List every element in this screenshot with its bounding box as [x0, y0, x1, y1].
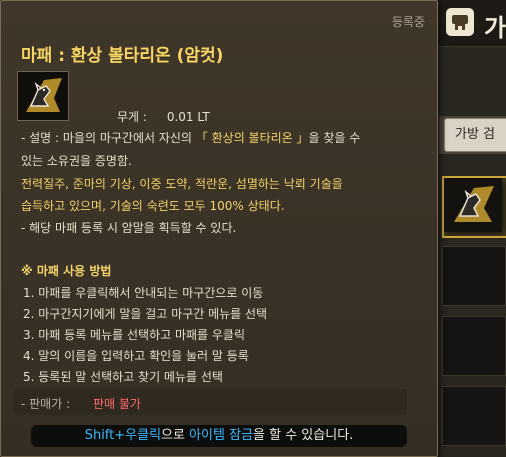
item-tooltip: 등록중 마패 : 환상 볼타리온 (암컷) 무게 : 0.01 LT - 설명 … — [0, 0, 438, 457]
registered-tag: 등록중 — [391, 15, 425, 29]
hint-key: Shift+우클릭 — [84, 428, 162, 443]
price-row: - 판매가 : 판매 불가 — [13, 389, 407, 415]
usage-step: 4. 말의 이름을 입력하고 확인을 눌러 말 등록 — [23, 349, 249, 363]
usage-step: 2. 마구간지기에게 말을 걸고 마구간 메뉴를 선택 — [23, 307, 268, 321]
inventory-window: 가 가방 검 — [430, 0, 506, 457]
inventory-title: 가 — [484, 14, 506, 42]
usage-step: 3. 마패 등록 메뉴를 선택하고 마패를 우클릭 — [23, 328, 246, 342]
inventory-slot[interactable] — [442, 316, 506, 376]
usage-title: ※ 마패 사용 방법 — [21, 264, 112, 278]
description-text-1b: 을 찾을 수 — [308, 131, 361, 145]
skills-line-2: 습득하고 있으며, 기술의 숙련도 모두 100% 상태다. — [21, 199, 285, 213]
skills-line-1: 전력질주, 준마의 기상, 이중 도약, 적란운, 섬멸하는 낙뢰 기술을 — [21, 177, 343, 191]
item-lock-hint: Shift+우클릭으로 아이템 잠금을 할 수 있습니다. — [31, 425, 407, 447]
weight-label: 무게 : — [117, 110, 147, 124]
description-prefix: - 설명 : — [21, 131, 63, 145]
stable-icon[interactable] — [446, 8, 474, 36]
description-note: - 해당 마패 등록 시 암말을 획득할 수 있다. — [21, 221, 237, 235]
price-label: - 판매가 : — [21, 397, 71, 411]
tab-bag-search[interactable]: 가방 검 — [444, 118, 506, 152]
horse-badge-icon — [444, 178, 502, 232]
description-line-1: - 설명 : 마을의 마구간에서 자신의 「 환상의 볼타리온 」을 찾을 수 — [21, 129, 360, 146]
inventory-slot-item[interactable] — [442, 176, 506, 238]
description-line-2: 있는 소유권을 증명함. — [21, 154, 132, 168]
screen: 가 가방 검 등록중 마패 : 환상 볼타리온 (암컷) 무게: 0.01 L… — [0, 0, 506, 457]
inventory-slot[interactable] — [442, 386, 506, 446]
inventory-tabbar: 가방 검 — [430, 116, 506, 154]
usage-step: 5. 등록된 말 선택하고 찾기 메뉴를 선택 — [23, 370, 223, 384]
hint-mid: 으로 — [161, 428, 190, 443]
description-text-1a: 마을의 마구간에서 자신의 — [62, 131, 196, 145]
horse-badge-icon — [17, 71, 69, 121]
inventory-slot[interactable] — [442, 246, 506, 306]
inventory-header: 가 — [430, 0, 506, 47]
price-value: 판매 불가 — [93, 397, 141, 411]
hint-action: 아이템 잠금 — [189, 428, 254, 443]
hint-end: 을 할 수 있습니다. — [253, 428, 354, 443]
item-title: 마패 : 환상 볼타리온 (암컷) — [21, 46, 224, 66]
usage-step: 1. 마패를 우클릭해서 안내되는 마구간으로 이동 — [23, 286, 264, 300]
weight-row: 무게 : 0.01 LT — [117, 108, 210, 125]
description-quote: 「 환상의 볼타리온 」 — [195, 131, 309, 145]
weight-value: 0.01 LT — [166, 110, 210, 124]
